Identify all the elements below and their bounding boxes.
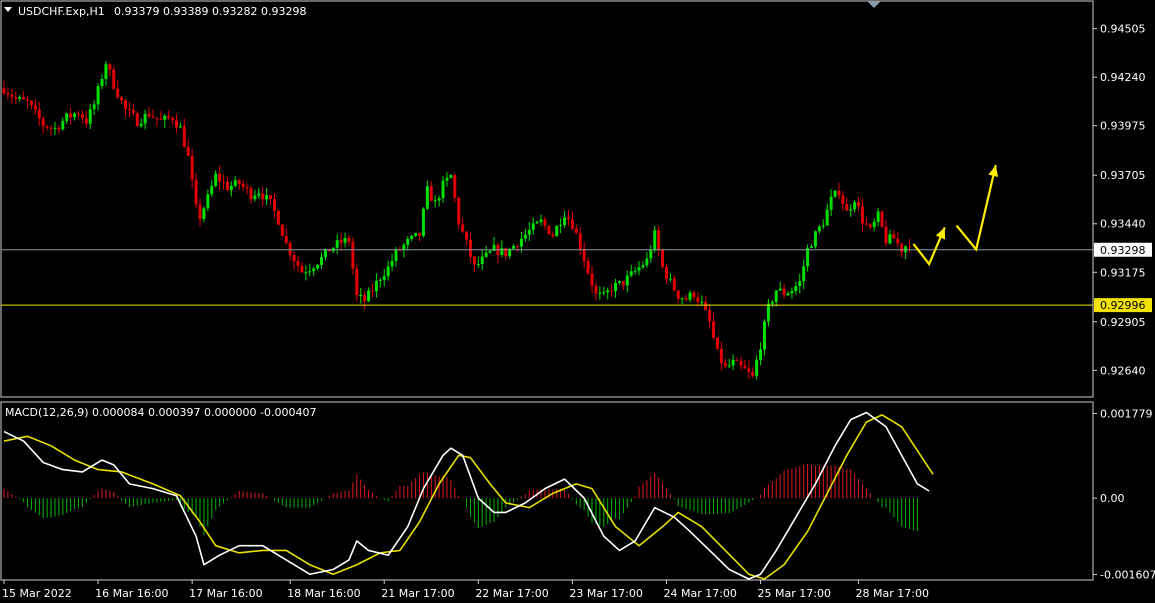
macd-tick-label: 0.001779 bbox=[1100, 408, 1153, 421]
time-tick-label: 15 Mar 2022 bbox=[2, 587, 72, 600]
symbol-header: USDCHF.Exp,H1 bbox=[18, 5, 105, 18]
candle bbox=[880, 210, 884, 229]
candle bbox=[715, 337, 719, 350]
time-tick-label: 16 Mar 16:00 bbox=[95, 587, 168, 600]
candle bbox=[112, 66, 116, 90]
macd-tick-label: 0.00 bbox=[1100, 492, 1125, 505]
macd-title: MACD(12,26,9) 0.000084 0.000397 0.000000… bbox=[5, 406, 316, 419]
time-tick-label: 28 Mar 17:00 bbox=[856, 587, 929, 600]
level-price-value: 0.92996 bbox=[1100, 299, 1146, 312]
candle bbox=[280, 224, 284, 237]
macd-tick-label: -0.001607 bbox=[1100, 569, 1155, 582]
time-tick-label: 25 Mar 17:00 bbox=[758, 587, 831, 600]
time-tick-label: 24 Mar 17:00 bbox=[663, 587, 736, 600]
candle bbox=[421, 207, 425, 238]
price-tick-label: 0.93705 bbox=[1100, 169, 1146, 182]
time-tick-label: 22 Mar 17:00 bbox=[475, 587, 548, 600]
time-tick-label: 21 Mar 17:00 bbox=[381, 587, 454, 600]
candle bbox=[661, 248, 665, 269]
candle bbox=[813, 230, 817, 249]
time-tick-label: 23 Mar 17:00 bbox=[569, 587, 642, 600]
price-tick-label: 0.93975 bbox=[1100, 120, 1146, 133]
time-tick-label: 17 Mar 16:00 bbox=[189, 587, 262, 600]
candle bbox=[547, 225, 551, 235]
time-tick-label: 18 Mar 16:00 bbox=[287, 587, 360, 600]
ohlc-header: 0.93379 0.93389 0.93282 0.93298 bbox=[114, 5, 306, 18]
price-tick-label: 0.93175 bbox=[1100, 266, 1146, 279]
price-tick-label: 0.93440 bbox=[1100, 218, 1146, 231]
candle bbox=[276, 209, 280, 226]
current-price-value: 0.93298 bbox=[1100, 244, 1146, 257]
trading-chart[interactable]: 0.94505 0.94240 0.93975 0.93705 0.93440 0.931… bbox=[0, 0, 1155, 603]
price-tick-label: 0.92640 bbox=[1100, 364, 1146, 377]
price-tick-label: 0.94505 bbox=[1100, 23, 1146, 36]
candle bbox=[135, 111, 139, 127]
candle bbox=[555, 224, 559, 237]
price-tick-label: 0.92905 bbox=[1100, 316, 1146, 329]
price-tick-label: 0.94240 bbox=[1100, 71, 1146, 84]
